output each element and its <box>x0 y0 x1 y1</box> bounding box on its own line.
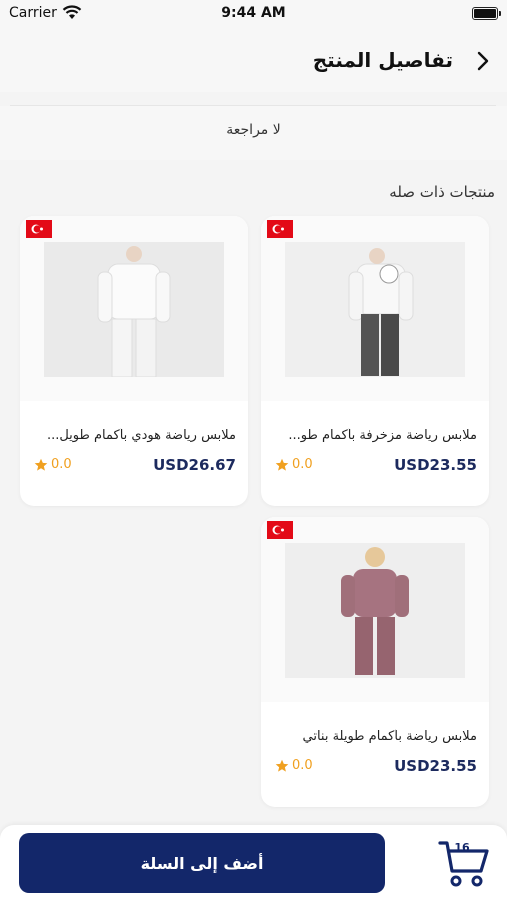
product-card[interactable]: ملابس رياضة هودي بأكمام طويل... USD26.67… <box>20 216 248 506</box>
product-photo <box>44 242 224 377</box>
add-to-cart-button[interactable]: أضف إلى السلة <box>19 833 385 893</box>
product-card[interactable]: ملابس رياضة مزخرفة بأكمام طو... USD23.55… <box>261 216 489 506</box>
product-image-area <box>261 216 489 401</box>
rating-value: 0.0 <box>292 457 313 472</box>
product-rating: 0.0 <box>275 457 313 472</box>
product-price: USD23.55 <box>394 456 477 474</box>
turkey-flag-icon <box>267 521 293 539</box>
back-button[interactable] <box>468 46 498 76</box>
cart-button[interactable]: 16 <box>437 837 491 889</box>
rating-value: 0.0 <box>51 457 72 472</box>
product-name: ملابس رياضة هودي بأكمام طويل... <box>46 428 236 443</box>
battery-icon <box>472 7 501 20</box>
product-name: ملابس رياضة مزخرفة بأكمام طو... <box>288 428 477 443</box>
product-photo <box>285 543 465 678</box>
turkey-flag-icon <box>267 220 293 238</box>
status-time: 9:44 AM <box>221 5 286 21</box>
product-image-area <box>20 216 248 401</box>
status-bar: Carrier 9:44 AM <box>0 0 507 28</box>
bottom-action-bar: أضف إلى السلة 16 <box>0 825 507 900</box>
product-image-area <box>261 517 489 702</box>
star-icon <box>275 458 289 471</box>
chevron-right-icon <box>477 51 489 71</box>
star-icon <box>34 458 48 471</box>
rating-value: 0.0 <box>292 758 313 773</box>
page-title: تفاصيل المنتج <box>312 48 453 72</box>
nav-bar: تفاصيل المنتج <box>0 28 507 92</box>
reviews-section: لا مراجعة <box>0 106 507 160</box>
star-icon <box>275 759 289 772</box>
turkey-flag-icon <box>26 220 52 238</box>
cart-count-badge: 16 <box>454 841 470 854</box>
product-price: USD23.55 <box>394 757 477 775</box>
product-price: USD26.67 <box>153 456 236 474</box>
product-photo <box>285 242 465 377</box>
product-rating: 0.0 <box>34 457 72 472</box>
product-card[interactable]: ملابس رياضة بأكمام طويلة بناتي USD23.55 … <box>261 517 489 807</box>
product-rating: 0.0 <box>275 758 313 773</box>
product-name: ملابس رياضة بأكمام طويلة بناتي <box>302 729 477 744</box>
no-reviews-text: لا مراجعة <box>226 122 281 138</box>
related-products-title: منتجات ذات صله <box>389 183 495 201</box>
